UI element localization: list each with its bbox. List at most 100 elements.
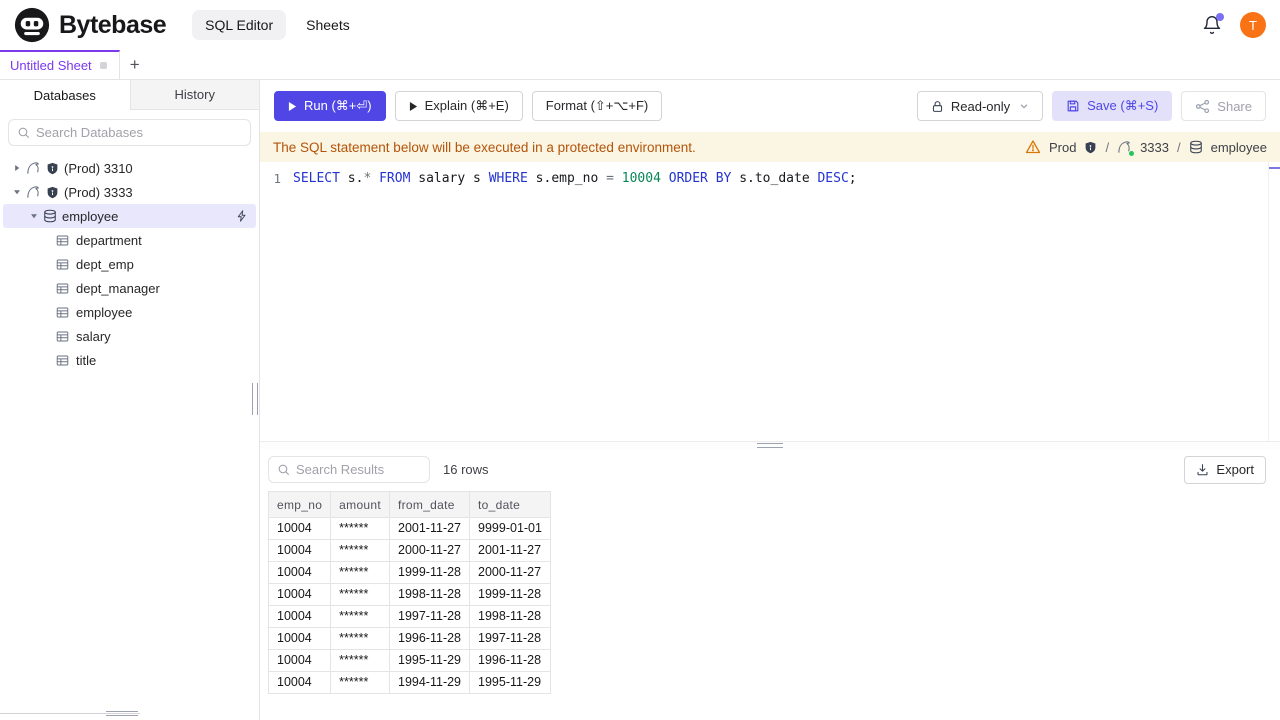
- result-cell[interactable]: 1997-11-28: [469, 626, 551, 650]
- top-nav: SQL Editor Sheets: [192, 10, 360, 40]
- play-icon: [409, 101, 418, 112]
- result-cell[interactable]: 10004: [267, 626, 332, 650]
- result-cell[interactable]: ******: [330, 538, 390, 562]
- explain-button[interactable]: Explain (⌘+E): [394, 91, 523, 121]
- database-search[interactable]: [8, 119, 251, 146]
- result-cell[interactable]: ******: [330, 604, 390, 628]
- column-header-from_date[interactable]: from_date: [388, 490, 471, 518]
- result-row[interactable]: 10004 ****** 1996-11-28 1997-11-28: [267, 626, 551, 650]
- result-cell[interactable]: 10004: [267, 648, 332, 672]
- result-cell[interactable]: 1996-11-28: [469, 648, 551, 672]
- readonly-dropdown[interactable]: Read-only: [916, 91, 1044, 121]
- download-icon: [1196, 463, 1209, 476]
- shield-icon: [46, 186, 59, 199]
- result-row[interactable]: 10004 ****** 1999-11-28 2000-11-27: [267, 560, 551, 584]
- result-cell[interactable]: 1995-11-29: [388, 648, 471, 672]
- result-cell[interactable]: 10004: [267, 538, 332, 562]
- top-right: T: [1202, 12, 1266, 38]
- result-cell[interactable]: 1994-11-29: [388, 670, 471, 694]
- save-button[interactable]: Save (⌘+S): [1052, 91, 1173, 121]
- database-search-input[interactable]: [36, 125, 242, 140]
- export-button[interactable]: Export: [1184, 455, 1266, 484]
- lightning-icon[interactable]: [236, 210, 248, 222]
- results-search-input[interactable]: [296, 462, 421, 477]
- result-cell[interactable]: 10004: [267, 560, 332, 584]
- result-cell[interactable]: 1999-11-28: [469, 582, 551, 606]
- run-button[interactable]: Run (⌘+⏎): [274, 91, 386, 121]
- result-row[interactable]: 10004 ****** 1994-11-29 1995-11-29: [267, 670, 551, 694]
- sidebar-table-item[interactable]: salary: [0, 324, 259, 348]
- table-name: employee: [76, 304, 133, 320]
- result-cell[interactable]: ******: [330, 648, 390, 672]
- sidebar-resize-handle[interactable]: [252, 383, 258, 415]
- tab-history[interactable]: History: [129, 80, 259, 110]
- result-cell[interactable]: 2000-11-27: [469, 560, 551, 584]
- breadcrumb-environment[interactable]: Prod: [1049, 140, 1076, 155]
- table-icon: [56, 282, 69, 295]
- sql-code-editor[interactable]: 1 SELECT s.* FROM salary s WHERE s.emp_n…: [260, 162, 1280, 441]
- editor-scrollbar[interactable]: [1268, 162, 1280, 441]
- result-cell[interactable]: ******: [330, 670, 390, 694]
- results-search[interactable]: [268, 456, 430, 483]
- share-label: Share: [1217, 98, 1252, 114]
- column-header-to_date[interactable]: to_date: [469, 490, 551, 518]
- result-row[interactable]: 10004 ****** 1995-11-29 1996-11-28: [267, 648, 551, 672]
- format-button[interactable]: Format (⇧+⌥+F): [531, 91, 663, 121]
- avatar[interactable]: T: [1240, 12, 1266, 38]
- result-cell[interactable]: 1999-11-28: [388, 560, 471, 584]
- result-cell[interactable]: 2001-11-27: [388, 516, 471, 540]
- sql-token: s.: [339, 171, 364, 186]
- sidebar-table-item[interactable]: title: [0, 348, 259, 372]
- result-cell[interactable]: 1998-11-28: [388, 582, 471, 606]
- result-row[interactable]: 10004 ****** 2000-11-27 2001-11-27: [267, 538, 551, 562]
- result-cell[interactable]: 1998-11-28: [469, 604, 551, 628]
- column-header-amount[interactable]: amount: [330, 490, 390, 518]
- result-row[interactable]: 10004 ****** 1998-11-28 1999-11-28: [267, 582, 551, 606]
- caret-down-icon[interactable]: [12, 188, 21, 196]
- add-sheet-button[interactable]: +: [120, 50, 150, 79]
- unsaved-dot-icon[interactable]: [99, 62, 107, 69]
- column-header-emp_no[interactable]: emp_no: [267, 490, 332, 518]
- instance-item-3333[interactable]: (Prod) 3333: [0, 180, 259, 204]
- result-cell[interactable]: 2001-11-27: [469, 538, 551, 562]
- brand[interactable]: Bytebase: [14, 7, 167, 43]
- result-cell[interactable]: 10004: [267, 582, 332, 606]
- result-cell[interactable]: ******: [330, 516, 390, 540]
- panel-resize-divider[interactable]: [260, 440, 1280, 449]
- breadcrumb-database[interactable]: employee: [1211, 140, 1267, 155]
- result-row[interactable]: 10004 ****** 1997-11-28 1998-11-28: [267, 604, 551, 628]
- tab-untitled-sheet[interactable]: Untitled Sheet: [0, 50, 120, 79]
- result-cell[interactable]: 9999-01-01: [469, 516, 551, 540]
- result-cell[interactable]: 10004: [267, 670, 332, 694]
- result-cell[interactable]: 2000-11-27: [388, 538, 471, 562]
- notification-bell-icon[interactable]: [1202, 13, 1224, 35]
- sidebar-pane-handle[interactable]: [106, 711, 138, 716]
- caret-right-icon[interactable]: [12, 164, 21, 172]
- caret-down-icon[interactable]: [29, 212, 38, 220]
- instance-item-3310[interactable]: (Prod) 3310: [0, 156, 259, 180]
- results-toolbar: 16 rows Export: [260, 449, 1280, 490]
- sidebar-table-item[interactable]: dept_emp: [0, 252, 259, 276]
- breadcrumb-separator: /: [1105, 139, 1110, 155]
- result-row[interactable]: 10004 ****** 2001-11-27 9999-01-01: [267, 516, 551, 540]
- sidebar-table-item[interactable]: employee: [0, 300, 259, 324]
- breadcrumb-instance[interactable]: 3333: [1140, 140, 1169, 155]
- result-cell[interactable]: ******: [330, 582, 390, 606]
- result-cell[interactable]: 1996-11-28: [388, 626, 471, 650]
- sidebar-table-item[interactable]: dept_manager: [0, 276, 259, 300]
- sql-editor-app: Bytebase SQL Editor Sheets T Untitled Sh…: [0, 0, 1280, 720]
- result-cell[interactable]: 10004: [267, 604, 332, 628]
- share-button[interactable]: Share: [1181, 91, 1266, 121]
- nav-sheets[interactable]: Sheets: [296, 10, 360, 40]
- result-cell[interactable]: 1997-11-28: [388, 604, 471, 628]
- result-cell[interactable]: 10004: [267, 516, 332, 540]
- database-item-employee[interactable]: employee: [3, 204, 256, 228]
- nav-sql-editor[interactable]: SQL Editor: [192, 10, 287, 40]
- result-cell[interactable]: 1995-11-29: [469, 670, 551, 694]
- result-cell[interactable]: ******: [330, 560, 390, 584]
- sidebar-table-item[interactable]: department: [0, 228, 259, 252]
- divider-grip-icon[interactable]: [757, 442, 783, 448]
- result-cell[interactable]: ******: [330, 626, 390, 650]
- tab-databases[interactable]: Databases: [0, 80, 130, 110]
